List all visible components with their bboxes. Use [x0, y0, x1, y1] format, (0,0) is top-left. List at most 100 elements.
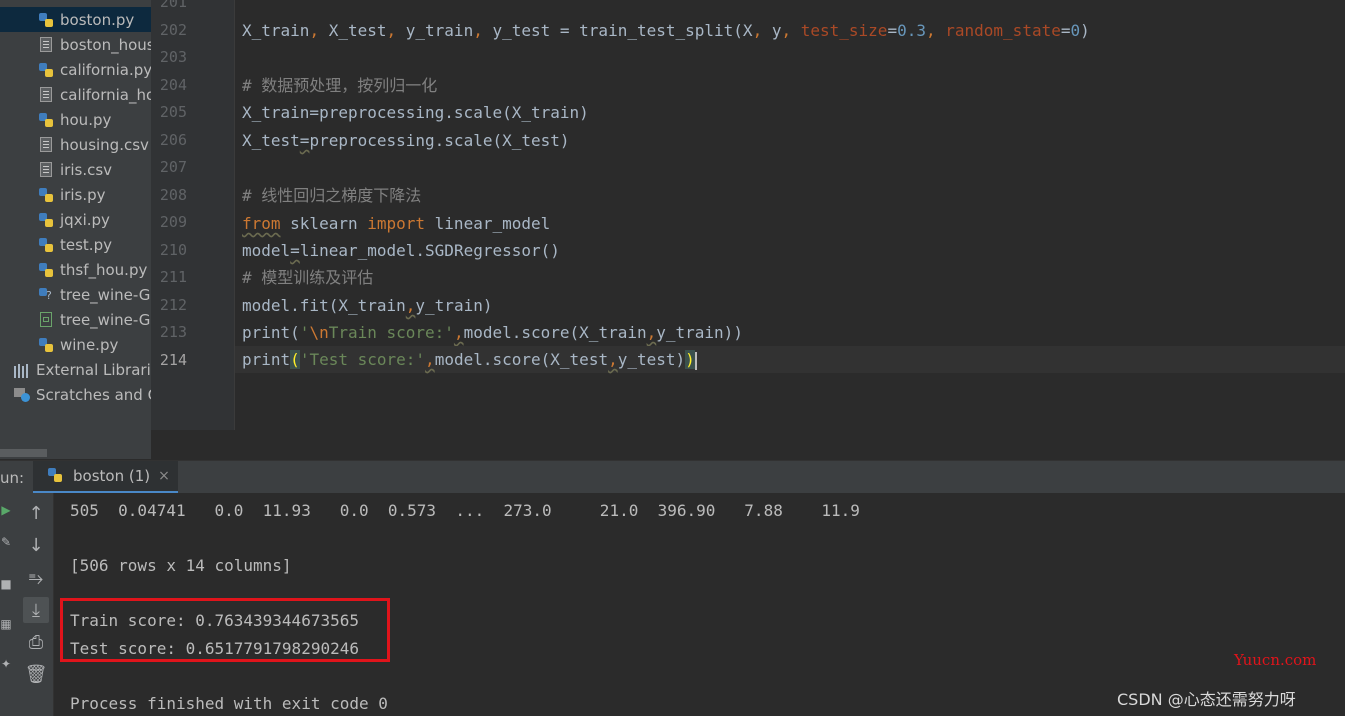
- code-token: X_test: [328, 21, 387, 40]
- tree-item-label: boston_hous: [60, 35, 151, 54]
- tree-item-test-py[interactable]: test.py: [0, 232, 151, 257]
- line-number-gutter: 201 202 203 204 205 206 207 208 209 210 …: [151, 0, 235, 430]
- tree-item-label: housing.csv: [60, 135, 149, 154]
- code-token: y_test): [617, 350, 686, 369]
- tree-item-hou-py[interactable]: hou.py: [0, 107, 151, 132]
- code-token: X_test: [242, 131, 300, 150]
- code-token: 0.3: [897, 21, 926, 40]
- code-token: ): [1080, 21, 1090, 40]
- code-token: X_train: [242, 21, 310, 40]
- code-token: model.score(X_test: [434, 350, 609, 369]
- run-tab-label: boston (1): [73, 467, 151, 485]
- tree-item-wine-py[interactable]: wine.py: [0, 332, 151, 357]
- train-score-line: Train score: 0.763439344673565: [70, 611, 359, 630]
- tree-item-iris-csv[interactable]: iris.csv: [0, 157, 151, 182]
- tree-item-jqxi-py[interactable]: jqxi.py: [0, 207, 151, 232]
- python-file-icon: [38, 212, 54, 228]
- code-token: linear_model.SGDRegressor(): [299, 241, 560, 260]
- code-token: ,: [425, 350, 435, 369]
- project-tree: boston.py boston_hous california.py cali…: [0, 0, 151, 459]
- code-token: 'Test score:': [299, 350, 426, 369]
- code-editor[interactable]: X_train, X_test, y_train, y_test = train…: [235, 0, 1345, 430]
- code-token: ,: [473, 21, 493, 40]
- code-token: ,: [752, 21, 772, 40]
- python-file-icon: [38, 12, 54, 28]
- wrench-icon[interactable]: ✎: [0, 535, 12, 549]
- code-line-214: print('Test score:',model.score(X_test,y…: [235, 346, 1345, 373]
- scroll-to-end-icon[interactable]: ⤓: [23, 597, 49, 623]
- editor-empty-area: [151, 430, 1345, 460]
- sidebar-scrollbar[interactable]: [0, 449, 47, 457]
- tree-item-boston-py[interactable]: boston.py: [0, 7, 151, 32]
- run-console[interactable]: 505 0.04741 0.0 11.93 0.0 0.573 ... 273.…: [54, 493, 1345, 716]
- tree-item-tree-wine-1[interactable]: tree_wine-Gi: [0, 282, 151, 307]
- code-token: y_test = train_test_split(X: [492, 21, 753, 40]
- tree-item-boston-hous[interactable]: boston_hous: [0, 32, 151, 57]
- tree-item-california-py[interactable]: california.py: [0, 57, 151, 82]
- pin-icon[interactable]: ✦: [0, 657, 12, 671]
- author-watermark: CSDN @心态还需努力呀: [1117, 690, 1296, 709]
- python-file-icon: [38, 62, 54, 78]
- tree-item-california-ho[interactable]: california_ho: [0, 82, 151, 107]
- arrow-up-icon[interactable]: ↑: [23, 500, 49, 526]
- tree-item-label: wine.py: [60, 335, 119, 354]
- print-icon[interactable]: ⎙: [23, 629, 49, 655]
- close-icon[interactable]: ×: [158, 468, 170, 484]
- line-number: 206: [159, 131, 187, 149]
- code-token: import: [367, 214, 426, 233]
- code-token: 0: [1070, 21, 1081, 40]
- line-number: 212: [159, 296, 187, 314]
- tree-item-label: Scratches and C: [36, 385, 151, 404]
- code-token: test_size: [800, 21, 888, 40]
- code-line-202: X_train, X_test, y_train, y_test = train…: [235, 17, 1345, 44]
- unknown-file-icon: [38, 287, 54, 303]
- rerun-icon[interactable]: ▶: [0, 503, 12, 517]
- console-line: [506 rows x 14 columns]: [70, 556, 292, 575]
- layout-icon[interactable]: ▦: [0, 617, 12, 631]
- code-token: model.fit(X_train: [242, 296, 406, 315]
- code-token: y_train: [405, 21, 474, 40]
- code-token: y_train): [415, 296, 493, 315]
- console-toolbar: ↑ ↓ ⥱ ⤓ ⎙ 🗑: [12, 493, 54, 716]
- code-token: from: [242, 214, 281, 233]
- python-run-icon: [47, 467, 65, 485]
- trash-icon[interactable]: 🗑: [23, 661, 49, 687]
- tree-item-thsf-hou-py[interactable]: thsf_hou.py: [0, 257, 151, 282]
- tree-item-scratches[interactable]: Scratches and C: [0, 382, 151, 407]
- code-token: preprocessing.scale(X_test): [309, 131, 570, 150]
- line-number: 207: [159, 158, 187, 176]
- notebook-file-icon: [40, 312, 52, 327]
- code-line-211: # 模型训练及评估: [242, 268, 374, 287]
- run-outer-toolbar: ▶ ✎ ■ ▦ ✦: [0, 493, 12, 716]
- run-tab-boston[interactable]: boston (1) ×: [33, 461, 178, 494]
- code-token: ,: [386, 21, 406, 40]
- text-cursor: [694, 351, 697, 370]
- line-number: 205: [159, 103, 187, 121]
- code-token: ,: [646, 323, 657, 342]
- test-score-line: Test score: 0.6517791798290246: [70, 639, 359, 658]
- line-number: 213: [159, 323, 187, 341]
- tree-item-external-libraries[interactable]: External Librarie: [0, 357, 151, 382]
- code-token: ,: [781, 21, 801, 40]
- line-number: 209: [159, 213, 187, 231]
- tree-item-tree-wine-2[interactable]: tree_wine-Gi: [0, 307, 151, 332]
- line-number-current: 214: [159, 351, 187, 369]
- arrow-down-icon[interactable]: ↓: [23, 532, 49, 558]
- soft-wrap-icon[interactable]: ⥱: [23, 565, 49, 591]
- text-file-icon: [40, 87, 52, 102]
- tree-item-label: iris.csv: [60, 160, 113, 179]
- tree-item-housing-csv[interactable]: housing.csv: [0, 132, 151, 157]
- tree-item-label: tree_wine-Gi: [60, 310, 151, 329]
- tree-item-label: test.py: [60, 235, 112, 254]
- python-file-icon: [38, 112, 54, 128]
- text-file-icon: [40, 137, 52, 152]
- tree-item-iris-py[interactable]: iris.py: [0, 182, 151, 207]
- tree-item-label: thsf_hou.py: [60, 260, 148, 279]
- tree-item-label: hou.py: [60, 110, 112, 129]
- code-token: print(: [242, 323, 300, 342]
- code-token: Train score:': [328, 323, 454, 342]
- code-token: model.score(X_train: [463, 323, 647, 342]
- scratches-icon: [14, 387, 30, 403]
- stop-icon[interactable]: ■: [0, 577, 12, 591]
- tree-item-label: iris.py: [60, 185, 106, 204]
